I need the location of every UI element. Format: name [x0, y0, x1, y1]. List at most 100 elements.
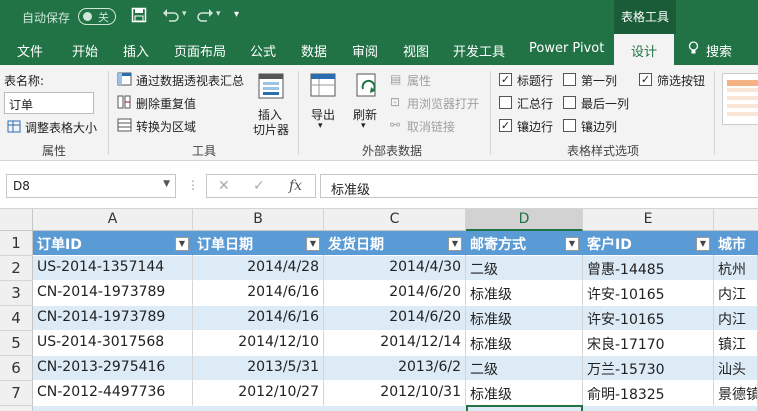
cell-ship-date[interactable]: 2014/12/14 — [324, 331, 466, 356]
column-header-partial[interactable] — [714, 209, 758, 231]
lightbulb-icon[interactable] — [688, 41, 699, 59]
cell-customer-id[interactable]: 宋良-17170 — [583, 331, 714, 356]
redo-dropdown-icon[interactable]: ▾ — [216, 9, 221, 19]
cell-ship-date[interactable]: 2013/6/2 — [324, 356, 466, 381]
undo-icon[interactable] — [162, 7, 180, 27]
banded-rows-checkbox[interactable]: ✓ — [499, 119, 512, 132]
cell-order-id[interactable]: US-2014-3017568 — [33, 331, 193, 356]
name-box[interactable]: D8 ▼ — [6, 174, 176, 198]
cell-order-date[interactable]: 2013/5/31 — [193, 356, 324, 381]
tab-design[interactable]: 设计 — [614, 34, 675, 65]
cell-ship-mode[interactable]: 二级 — [466, 356, 583, 381]
resize-table-button[interactable]: 调整表格大小 — [25, 119, 97, 136]
total-row-checkbox[interactable] — [499, 96, 512, 109]
cell-order-id[interactable]: CN-2012-4497736 — [33, 381, 193, 406]
tab-formulas[interactable]: 公式 — [250, 41, 276, 60]
cell-ship-mode[interactable]: 标准级 — [466, 381, 583, 406]
cell-city[interactable]: 汕头 — [714, 356, 758, 381]
filter-dropdown-icon[interactable]: ▼ — [696, 237, 710, 251]
refresh-dropdown-icon[interactable]: ▾ — [361, 121, 366, 131]
tab-insert[interactable]: 插入 — [123, 41, 149, 60]
column-header[interactable]: C — [324, 209, 466, 231]
table-name-input[interactable]: 订单 — [4, 92, 94, 114]
cell-order-id[interactable]: CN-2014-1973789 — [33, 281, 193, 306]
cell-customer-id[interactable]: 万兰-15730 — [583, 356, 714, 381]
column-header[interactable]: E — [583, 209, 714, 231]
banded-columns-checkbox[interactable] — [563, 119, 576, 132]
cell-order-id[interactable]: CN-2014-1973789 — [33, 306, 193, 331]
first-column-checkbox[interactable] — [563, 73, 576, 86]
more-options-icon[interactable]: ⋮ — [187, 178, 199, 192]
cell-ship-date[interactable]: 2014/4/30 — [324, 256, 466, 281]
unlink-button[interactable]: 取消链接 — [407, 118, 455, 135]
table-row-partial[interactable] — [33, 406, 758, 411]
row-header-partial[interactable] — [0, 406, 33, 411]
undo-dropdown-icon[interactable]: ▾ — [182, 9, 187, 19]
convert-range-button[interactable]: 转换为区域 — [136, 118, 196, 135]
cancel-icon[interactable]: ✕ — [218, 178, 230, 194]
row-header[interactable]: 7 — [0, 381, 33, 406]
column-header[interactable]: A — [33, 209, 193, 231]
external-properties-button[interactable]: 属性 — [407, 72, 431, 89]
cell-ship-date[interactable]: 2014/6/20 — [324, 306, 466, 331]
cell-ship-date[interactable]: 2012/10/31 — [324, 381, 466, 406]
cell-city[interactable]: 杭州 — [714, 256, 758, 281]
cell-ship-mode[interactable]: 二级 — [466, 256, 583, 281]
summarize-pivot-button[interactable]: 通过数据透视表汇总 — [136, 72, 244, 89]
row-header[interactable]: 5 — [0, 331, 33, 356]
cell-ship-mode[interactable]: 标准级 — [466, 306, 583, 331]
tab-data[interactable]: 数据 — [301, 41, 327, 60]
row-header[interactable]: 6 — [0, 356, 33, 381]
insert-function-icon[interactable]: fx — [289, 178, 302, 194]
active-cell[interactable] — [466, 405, 583, 411]
cell-city[interactable]: 内江 — [714, 281, 758, 306]
column-header[interactable]: B — [193, 209, 324, 231]
table-header-order-date[interactable]: 订单日期 ▼ — [193, 231, 324, 256]
insert-slicer-label-2[interactable]: 切片器 — [253, 121, 289, 138]
formula-input[interactable]: 标准级 — [320, 174, 758, 198]
table-header-city[interactable]: 城市 — [714, 231, 758, 256]
table-header-ship-mode[interactable]: 邮寄方式 ▼ — [466, 231, 583, 256]
save-icon[interactable] — [131, 7, 147, 27]
table-style-gallery[interactable] — [722, 73, 758, 125]
chevron-down-icon[interactable]: ▼ — [163, 179, 170, 189]
filter-button-checkbox[interactable]: ✓ — [639, 73, 652, 86]
cell-customer-id[interactable]: 俞明-18325 — [583, 381, 714, 406]
cell-order-date[interactable]: 2014/4/28 — [193, 256, 324, 281]
last-column-checkbox[interactable] — [563, 96, 576, 109]
export-dropdown-icon[interactable]: ▾ — [318, 121, 323, 131]
tab-home[interactable]: 开始 — [72, 41, 98, 60]
cell-order-date[interactable]: 2014/6/16 — [193, 281, 324, 306]
cell-city[interactable]: 内江 — [714, 306, 758, 331]
remove-duplicates-button[interactable]: 删除重复值 — [136, 95, 196, 112]
tab-page-layout[interactable]: 页面布局 — [174, 41, 226, 60]
tab-view[interactable]: 视图 — [403, 41, 429, 60]
row-header[interactable]: 2 — [0, 256, 33, 281]
redo-icon[interactable] — [196, 7, 214, 27]
cell-customer-id[interactable]: 许安-10165 — [583, 281, 714, 306]
cell-ship-mode[interactable]: 标准级 — [466, 281, 583, 306]
table-header-order-id[interactable]: 订单ID ▼ — [33, 231, 193, 256]
export-button[interactable]: 导出 — [311, 106, 335, 123]
cell-ship-mode[interactable]: 标准级 — [466, 331, 583, 356]
customize-toolbar-icon[interactable]: ▾ — [234, 9, 239, 20]
filter-dropdown-icon[interactable]: ▼ — [175, 237, 189, 251]
tab-power-pivot[interactable]: Power Pivot — [529, 41, 604, 56]
cell-city[interactable]: 景德镇 — [714, 381, 758, 406]
cell-customer-id[interactable]: 曾惠-14485 — [583, 256, 714, 281]
cell-order-id[interactable]: CN-2013-2975416 — [33, 356, 193, 381]
cell-order-date[interactable]: 2014/12/10 — [193, 331, 324, 356]
table-header-ship-date[interactable]: 发货日期 ▼ — [324, 231, 466, 256]
tab-search[interactable]: 搜索 — [706, 41, 732, 60]
header-row-checkbox[interactable]: ✓ — [499, 73, 512, 86]
cell-customer-id[interactable]: 许安-10165 — [583, 306, 714, 331]
filter-dropdown-icon[interactable]: ▼ — [306, 237, 320, 251]
filter-dropdown-icon[interactable]: ▼ — [565, 237, 579, 251]
cell-order-date[interactable]: 2012/10/27 — [193, 381, 324, 406]
filter-dropdown-icon[interactable]: ▼ — [448, 237, 462, 251]
table-header-customer-id[interactable]: 客户ID ▼ — [583, 231, 714, 256]
cell-order-date[interactable]: 2014/6/16 — [193, 306, 324, 331]
tab-developer[interactable]: 开发工具 — [453, 41, 505, 60]
tab-file[interactable]: 文件 — [17, 41, 43, 60]
column-header[interactable]: D — [466, 209, 583, 231]
